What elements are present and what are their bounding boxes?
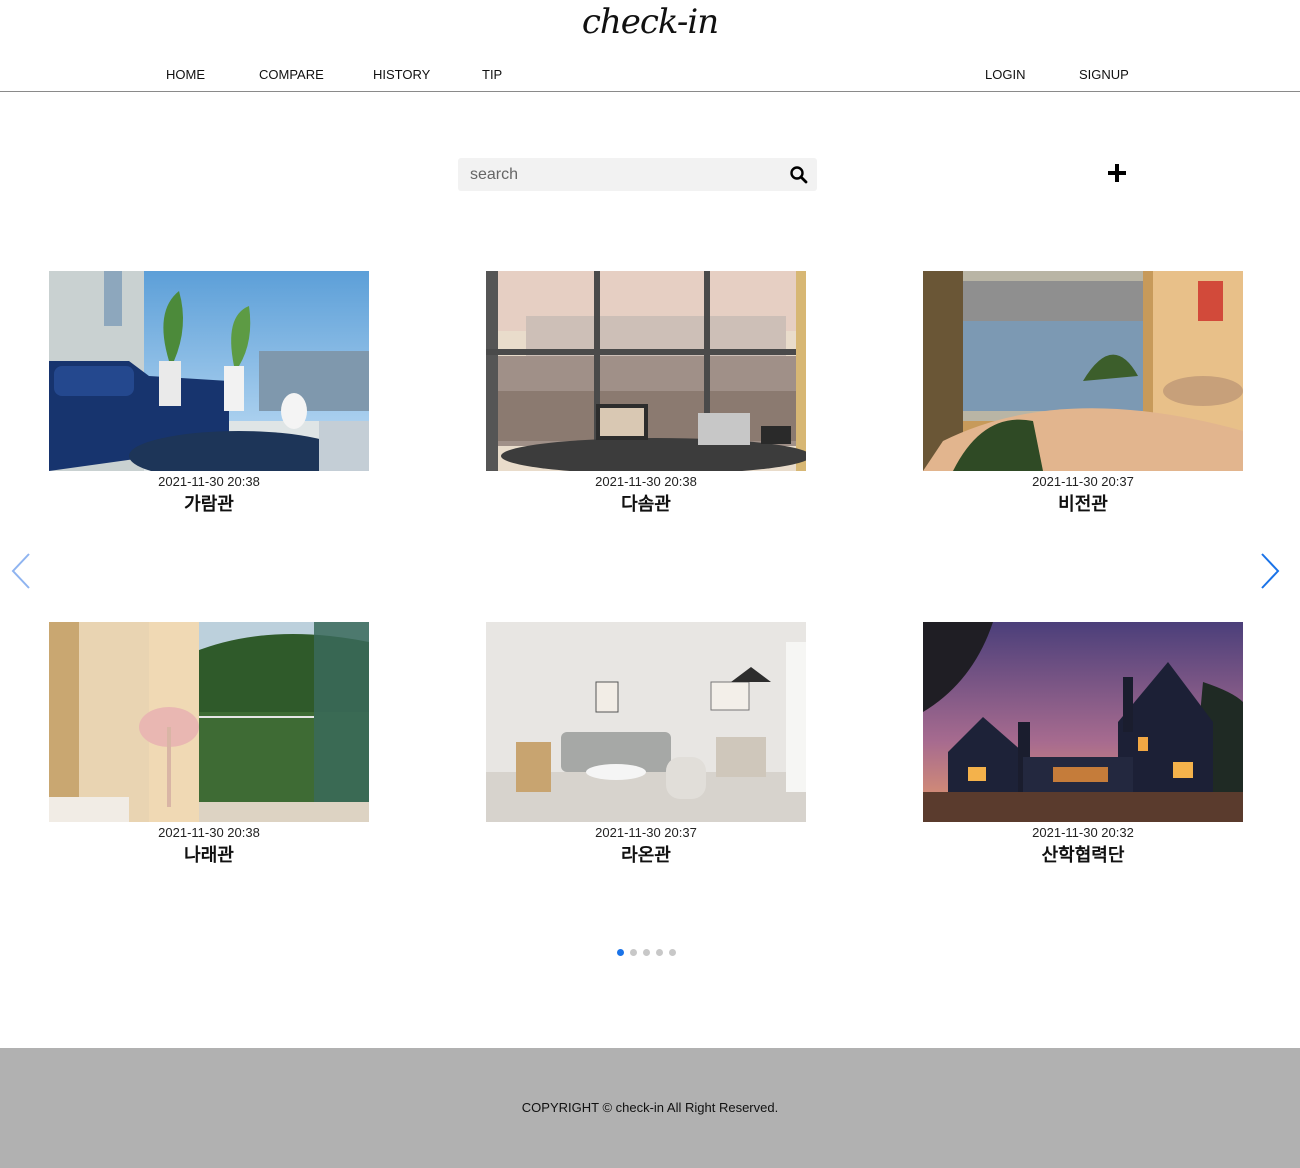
card-title[interactable]: 나래관 [49,845,369,867]
copyright-text: COPYRIGHT © check-in All Right Reserved. [521,1100,779,1115]
card-title[interactable]: 가람관 [49,494,369,516]
room-forest-view-photo[interactable] [49,622,369,822]
nav-signup[interactable]: SIGNUP [1079,67,1129,82]
nav-login[interactable]: LOGIN [985,67,1025,82]
pagination-dot[interactable] [669,949,676,956]
logo[interactable]: check-in [0,2,1300,42]
card-title[interactable]: 다솜관 [486,494,806,516]
footer: COPYRIGHT © check-in All Right Reserved. [0,1048,1300,1168]
card[interactable]: 2021-11-30 20:38 다솜관 [486,271,806,516]
pagination-dot[interactable] [630,949,637,956]
card-title[interactable]: 산학협력단 [923,845,1243,867]
card-date: 2021-11-30 20:38 [158,825,260,840]
search-input[interactable] [458,158,778,191]
nav-history[interactable]: HISTORY [373,67,430,82]
nav-tip[interactable]: TIP [482,67,502,82]
plus-icon[interactable] [1105,161,1129,185]
bedroom-river-view-photo[interactable] [923,271,1243,471]
chevron-left-icon[interactable] [10,552,32,590]
card[interactable]: 2021-11-30 20:32 산학협력단 [923,622,1243,867]
card-title[interactable]: 라온관 [486,845,806,867]
search-bar [458,158,817,191]
nav-home[interactable]: HOME [166,67,205,82]
card[interactable]: 2021-11-30 20:37 라온관 [486,622,806,867]
living-room-blue-sofa-photo[interactable] [49,271,369,471]
chevron-right-icon[interactable] [1259,552,1281,590]
house-dusk-photo[interactable] [923,622,1243,822]
search-icon[interactable] [789,165,809,185]
card-date: 2021-11-30 20:37 [1032,474,1134,489]
white-living-room-photo[interactable] [486,622,806,822]
card-date: 2021-11-30 20:38 [595,474,697,489]
nav-compare[interactable]: COMPARE [259,67,324,82]
card-date: 2021-11-30 20:37 [595,825,697,840]
card-title[interactable]: 비전관 [923,494,1243,516]
card[interactable]: 2021-11-30 20:38 나래관 [49,622,369,867]
pagination-dot[interactable] [656,949,663,956]
pagination-dot[interactable] [643,949,650,956]
pagination-dot[interactable] [617,949,624,956]
card-date: 2021-11-30 20:38 [158,474,260,489]
desk-city-view-photo[interactable] [486,271,806,471]
card[interactable]: 2021-11-30 20:38 가람관 [49,271,369,516]
top-nav: HOME COMPARE HISTORY TIP LOGIN SIGNUP [0,62,1300,92]
card-date: 2021-11-30 20:32 [1032,825,1134,840]
card[interactable]: 2021-11-30 20:37 비전관 [923,271,1243,516]
